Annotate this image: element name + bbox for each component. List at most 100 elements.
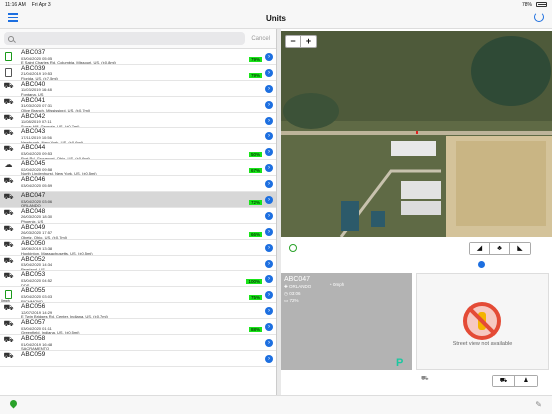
info-time: ◷ 03:06 [284,291,301,296]
unit-row[interactable]: ⛟ ABC043 17/11/2019 10:56 Newburgh, New Yor… [0,128,276,145]
chevron-right-icon[interactable]: › [265,259,273,268]
unit-row[interactable]: ⛟ ABC059 › [0,351,276,367]
info-speed-text: 0mph [332,282,345,287]
chevron-right-icon[interactable]: › [265,196,273,205]
chevron-right-icon[interactable]: › [265,227,273,236]
wrench-icon[interactable]: ✎ [535,400,542,409]
status-date: Fri Apr 3 [31,1,51,8]
battery-icon [536,2,547,7]
battery-badge: 79% [248,72,262,78]
unit-row[interactable]: ⛟ ABC044 03/04/2020 09:53 Port Rd, Grovepor… [0,144,276,161]
battery-badge: 75% [248,295,262,301]
unit-row[interactable]: ☁ ABC045 02/04/2020 09:58 North Lindenhurst… [0,160,276,177]
truck-icon: ⛟ [3,319,14,329]
battery-badge: 72% [248,200,262,206]
chevron-right-icon[interactable]: › [265,211,273,220]
device-icon [5,290,12,300]
info-city: ✚ ORLANDO [284,284,312,289]
truck-icon: ⛟ [3,239,14,249]
sv-vehicle-button[interactable]: ⛟ [493,376,515,386]
info-unit-name: ABC047 [284,276,311,283]
street-view-toolbar: ⛟ ⛟ ♟ [416,372,549,388]
truck-icon: ⛟ [3,271,14,281]
units-panel: Cancel ABC037 03/04/2020 05:05 E Saint Cha… [0,29,277,395]
no-streetview-icon [463,302,501,340]
truck-icon: ⛟ [3,207,14,217]
message-icon: ☁ [4,160,13,170]
layer-button-2[interactable]: ♣ [490,243,510,254]
page-indicator-dot [478,261,485,268]
info-battery: ▭ 72% [284,298,299,303]
locate-icon[interactable] [289,244,297,252]
info-time-text: 03:06 [289,291,301,296]
zoom-out-button[interactable]: − [286,36,301,47]
battery-badge: 67% [248,168,262,174]
refresh-icon[interactable] [534,12,544,22]
battery-badge: 88% [248,327,262,333]
truck-icon: ⛟ [3,223,14,233]
status-time: 11:16 AM [5,1,26,8]
search-field[interactable] [4,32,246,45]
truck-icon: ⛟ [3,144,14,154]
status-right: 78% [522,2,547,8]
unit-row[interactable]: ⛟ ABC049 26/03/2020 17:57 Obetz, Ohio, US, … [0,224,276,240]
unit-row[interactable]: ABC037 03/04/2020 05:05 E Saint Charles Rd… [0,49,276,65]
unit-row[interactable]: ⛟ ABC048 26/03/2020 18:30 Phoenix, US › [0,208,276,224]
truck-icon: ⛟ [3,80,14,90]
map-pin-icon[interactable] [8,398,19,409]
map-imagery [281,31,552,237]
unit-row[interactable]: ⛟ ABC056 12/07/2019 14:29 E Twin Bridges Rd… [0,303,276,320]
battery-badge: 100% [246,279,262,285]
zoom-control: − + [285,35,317,48]
cancel-button[interactable]: Cancel [251,36,270,42]
info-speed: ◔ 0mph [329,282,345,287]
battery-badge: 50% [248,152,262,158]
chevron-right-icon[interactable]: › [265,116,273,125]
unit-name: ABC059 [21,350,46,358]
layer-button-3[interactable]: ◣ [510,243,530,254]
units-list: ABC037 03/04/2020 05:05 E Saint Charles Rd… [0,49,276,367]
unit-row[interactable]: ⛟ ABC041 31/03/2020 07:31 Olive Branch, Mis… [0,97,276,113]
truck-icon: ⛟ [3,112,14,122]
street-view-buttons: ⛟ ♟ [492,375,538,387]
street-view-message: Street view not available [452,341,513,347]
unit-row[interactable]: ⛟ ABC058 01/04/2019 16:48 SACRAMENTO › [0,335,276,351]
chevron-right-icon[interactable]: › [265,68,273,77]
chevron-right-icon[interactable]: › [265,53,273,61]
unit-row[interactable]: ⛟ ABC040 11/03/2019 16:48 Fontana, US › [0,81,276,97]
vehicle-icon[interactable]: ⛟ [421,375,429,383]
chevron-right-icon[interactable]: › [265,243,273,252]
unit-row[interactable]: ⛟ ABC046 03/04/2020 05:59 › [0,176,276,193]
unit-row[interactable]: ⛟ ABC057 03/04/2020 01:11 Greenfield, India… [0,319,276,336]
unit-row[interactable]: ⛟ ABC053 03/04/2020 04:52 DDS 100% › [0,271,276,288]
battery-percent: 78% [521,1,532,8]
unit-row[interactable]: ABC039 21/04/2019 19:53 Florida, US, (±7.5… [0,65,276,81]
truck-icon: ⛟ [3,303,14,313]
battery-badge: 66% [248,231,262,237]
truck-icon: ⛟ [3,128,14,138]
device-icon [5,52,12,61]
unit-row[interactable]: 0mph ABC055 03/04/2020 03:03 RICHMOND 75% › [0,287,276,304]
info-city-text: ORLANDO [289,284,312,289]
truck-icon: ⛟ [3,192,14,202]
zoom-in-button[interactable]: + [301,36,316,47]
unit-row[interactable]: ⛟ ABC047 03/04/2020 03:06 ORLANDO 72% › [0,192,276,208]
truck-icon: ⛟ [3,350,14,360]
chevron-right-icon[interactable]: › [265,339,273,348]
satellite-map[interactable]: − + [281,31,552,237]
chevron-right-icon[interactable]: › [265,100,273,109]
unit-row[interactable]: ⛟ ABC050 18/06/2019 13:38 Hopkinton, Massac… [0,240,276,256]
layer-button-1[interactable]: ◢ [470,243,490,254]
search-bar: Cancel [0,29,276,49]
brand-logo-icon: P [396,357,404,369]
unit-row[interactable]: ⛟ ABC042 11/08/2019 07:11 Sugar Hill, Georg… [0,113,276,129]
page-title: Units [266,14,286,23]
unit-row[interactable]: ⛟ ABC052 03/04/2020 14:34 Pearland, US › [0,256,276,272]
nav-bar: Units [0,9,552,29]
info-battery-text: 72% [289,298,299,303]
battery-badge: 79% [248,57,262,62]
chevron-right-icon[interactable]: › [265,354,273,363]
sv-person-button[interactable]: ♟ [515,376,537,386]
search-input[interactable] [17,35,217,42]
chevron-right-icon[interactable]: › [265,84,273,93]
